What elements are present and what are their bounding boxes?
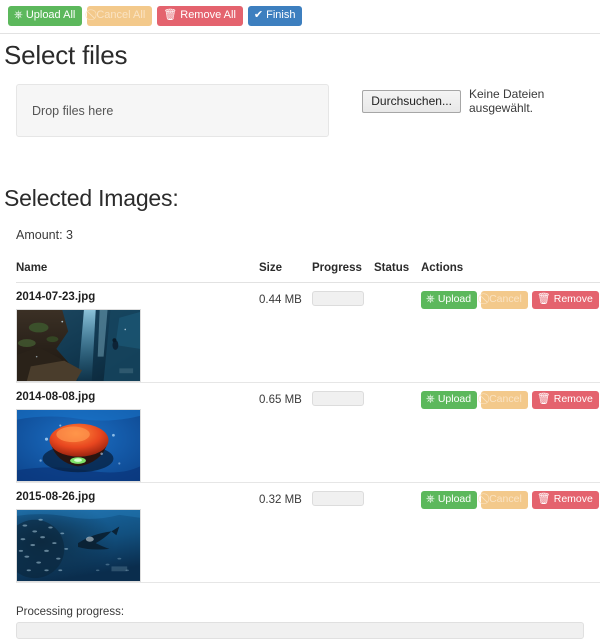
upload-button[interactable]: ⎈ Upload bbox=[421, 391, 478, 409]
cancel-all-label: Cancel All bbox=[96, 9, 146, 21]
file-status-cell bbox=[374, 282, 421, 383]
finish-label: Finish bbox=[266, 9, 296, 21]
progress-bar bbox=[312, 491, 364, 506]
remove-label: Remove bbox=[553, 393, 593, 406]
trash-icon: 🗑 bbox=[163, 9, 178, 21]
finish-button[interactable]: ✔ Finish bbox=[247, 6, 303, 26]
file-name: 2015-08-26.jpg bbox=[16, 491, 96, 503]
amount-label: Amount: 3 bbox=[16, 228, 73, 242]
file-input-group: Durchsuchen... Keine Dateien ausgewählt. bbox=[362, 87, 592, 115]
file-name-cell: 2015-08-26.jpg bbox=[16, 482, 259, 583]
column-header-progress: Progress bbox=[312, 262, 374, 283]
file-size: 0.32 MB bbox=[259, 494, 302, 506]
upload-all-label: Upload All bbox=[25, 9, 76, 21]
select-files-area: Drop files here Durchsuchen... Keine Dat… bbox=[0, 84, 600, 137]
remove-label: Remove bbox=[553, 293, 593, 306]
row-actions: ⎈ Upload ⃠ Cancel 🗑 Remove bbox=[421, 391, 600, 409]
file-size: 0.65 MB bbox=[259, 394, 302, 406]
browse-button[interactable]: Durchsuchen... bbox=[362, 89, 461, 113]
check-icon: ✔ bbox=[253, 9, 264, 21]
upload-circle-icon: ⎈ bbox=[426, 493, 435, 505]
file-thumbnail[interactable] bbox=[16, 409, 141, 482]
trash-icon: 🗑 bbox=[536, 493, 551, 505]
dropzone-label: Drop files here bbox=[32, 103, 114, 118]
file-actions-cell: ⎈ Upload ⃠ Cancel 🗑 Remove bbox=[421, 282, 600, 383]
file-size-cell: 0.32 MB bbox=[259, 482, 312, 583]
thumbnail-underwater-cave-diver bbox=[17, 310, 140, 381]
table-row: 2014-07-23.jpg 0.44 MB ⎈ Upload Cancel 🗑… bbox=[16, 282, 600, 383]
toolbar-divider bbox=[0, 33, 600, 34]
trash-icon: 🗑 bbox=[536, 293, 551, 305]
cancel-button[interactable]: ⃠ Cancel bbox=[481, 291, 528, 309]
column-header-actions: Actions bbox=[421, 262, 600, 283]
upload-button[interactable]: ⎈ Upload bbox=[421, 491, 478, 509]
selected-images-section: Selected Images: Amount: 3 Name Size Pro… bbox=[0, 185, 600, 583]
cancel-label: Cancel bbox=[489, 293, 522, 306]
upload-button[interactable]: ⎈ Upload bbox=[421, 291, 478, 309]
file-status-cell bbox=[374, 382, 421, 483]
cancel-label: Cancel bbox=[489, 393, 522, 406]
file-size-cell: 0.65 MB bbox=[259, 382, 312, 483]
file-size: 0.44 MB bbox=[259, 294, 302, 306]
file-actions-cell: ⎈ Upload ⃠ Cancel 🗑 Remove bbox=[421, 382, 600, 483]
table-row: 2015-08-26.jpg 0.32 MB ⎈ Upload Cancel 🗑… bbox=[16, 482, 600, 583]
file-thumbnail[interactable] bbox=[16, 509, 141, 582]
cancel-all-button[interactable]: ⃠ Cancel All bbox=[87, 6, 153, 26]
remove-button[interactable]: 🗑 Remove bbox=[531, 491, 599, 509]
file-thumbnail[interactable] bbox=[16, 309, 141, 382]
upload-circle-icon: ⎈ bbox=[14, 9, 23, 21]
file-name-cell: 2014-08-08.jpg bbox=[16, 382, 259, 483]
progress-bar bbox=[312, 291, 364, 306]
cancel-button[interactable]: ⃠ Cancel bbox=[481, 491, 528, 509]
remove-all-label: Remove All bbox=[180, 9, 236, 21]
processing-progress-bar bbox=[16, 622, 584, 639]
file-name: 2014-07-23.jpg bbox=[16, 291, 96, 303]
file-size-cell: 0.44 MB bbox=[259, 282, 312, 383]
selected-images-title: Selected Images: bbox=[4, 185, 179, 211]
file-actions-cell: ⎈ Upload ⃠ Cancel 🗑 Remove bbox=[421, 482, 600, 583]
upload-label: Upload bbox=[437, 393, 472, 406]
dropzone[interactable]: Drop files here bbox=[16, 84, 330, 137]
upload-circle-icon: ⎈ bbox=[426, 293, 435, 305]
file-selection-status: Keine Dateien ausgewählt. bbox=[468, 87, 545, 115]
cancel-button[interactable]: ⃠ Cancel bbox=[481, 391, 528, 409]
column-header-status: Status bbox=[374, 262, 421, 283]
top-toolbar: ⎈ Upload All ⃠ Cancel All 🗑 Remove All ✔… bbox=[0, 0, 600, 26]
processing-progress-section: Processing progress: bbox=[16, 606, 584, 639]
column-header-name: Name bbox=[16, 262, 259, 283]
files-table: Name Size Progress Status Actions 2014-0… bbox=[16, 262, 600, 583]
trash-icon: 🗑 bbox=[536, 393, 551, 405]
file-name: 2014-08-08.jpg bbox=[16, 391, 96, 403]
remove-button[interactable]: 🗑 Remove bbox=[531, 391, 599, 409]
remove-all-button[interactable]: 🗑 Remove All bbox=[157, 6, 243, 26]
file-status-cell bbox=[374, 482, 421, 583]
remove-label: Remove bbox=[553, 493, 593, 506]
file-name-cell: 2014-07-23.jpg bbox=[16, 282, 259, 383]
file-progress-cell bbox=[312, 482, 374, 583]
file-progress-cell bbox=[312, 382, 374, 483]
table-header-row: Name Size Progress Status Actions bbox=[16, 262, 600, 283]
row-actions: ⎈ Upload ⃠ Cancel 🗑 Remove bbox=[421, 491, 600, 509]
page-title: Select files bbox=[4, 40, 128, 70]
cancel-label: Cancel bbox=[489, 493, 522, 506]
upload-label: Upload bbox=[437, 493, 472, 506]
processing-progress-label: Processing progress: bbox=[16, 606, 125, 618]
file-progress-cell bbox=[312, 282, 374, 383]
row-actions: ⎈ Upload ⃠ Cancel 🗑 Remove bbox=[421, 291, 600, 309]
table-row: 2014-08-08.jpg 0.65 MB ⎈ Upload Cancel 🗑… bbox=[16, 382, 600, 483]
thumbnail-fish-school-diver bbox=[17, 510, 140, 581]
upload-all-button[interactable]: ⎈ Upload All bbox=[8, 6, 83, 26]
remove-button[interactable]: 🗑 Remove bbox=[531, 291, 599, 309]
progress-bar bbox=[312, 391, 364, 406]
thumbnail-orange-jellyfish bbox=[17, 410, 140, 481]
column-header-size: Size bbox=[259, 262, 312, 283]
upload-label: Upload bbox=[437, 293, 472, 306]
upload-circle-icon: ⎈ bbox=[426, 393, 435, 405]
